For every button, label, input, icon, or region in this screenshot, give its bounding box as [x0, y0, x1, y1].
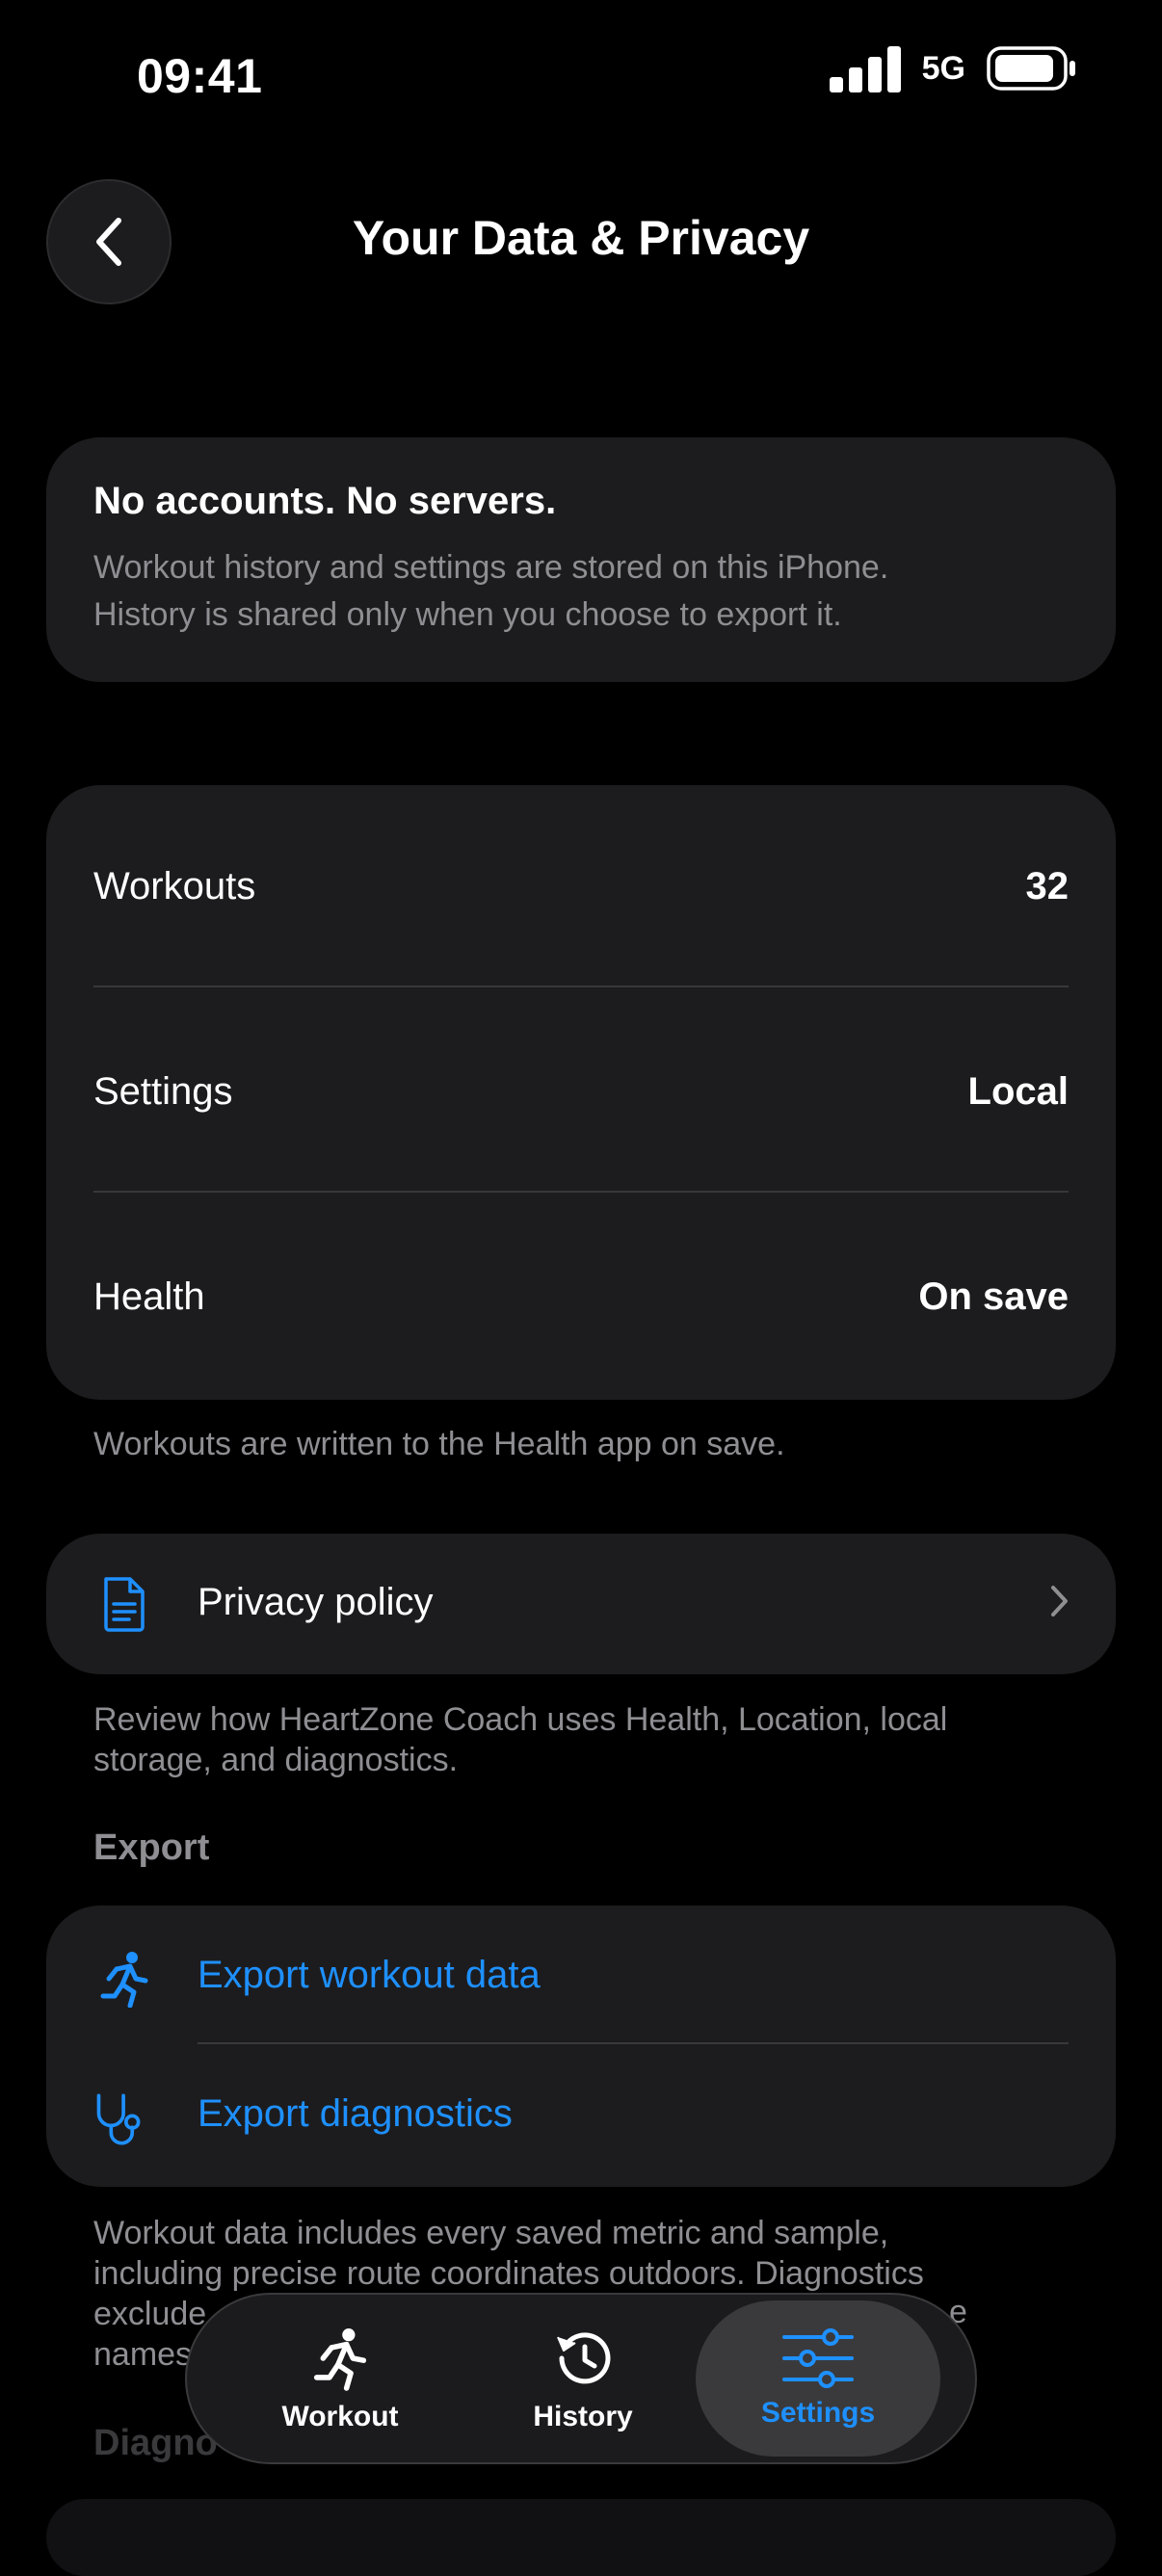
page-title: Your Data & Privacy: [352, 211, 810, 265]
stat-label: Health: [93, 1275, 205, 1318]
export-workout-data-label: Export workout data: [198, 1954, 541, 1996]
status-time: 09:41: [137, 49, 263, 103]
info-body-line: Workout history and settings are stored …: [93, 549, 889, 586]
export-note-line: including precise route coordinates outd…: [93, 2255, 924, 2292]
tab-label: Settings: [760, 2397, 876, 2429]
info-title: No accounts. No servers.: [93, 480, 557, 522]
privacy-note: Review how HeartZone Coach uses Health, …: [93, 1699, 1076, 1780]
diagnostics-section-header: Diagno: [93, 2423, 218, 2463]
diagnostics-card: [46, 2499, 1116, 2576]
health-note: Workouts are written to the Health app o…: [93, 1426, 785, 1462]
stethoscope-icon: [93, 2089, 155, 2150]
stat-label: Workouts: [93, 864, 256, 907]
export-workout-data-button[interactable]: Export workout data: [46, 1906, 1116, 2046]
export-diagnostics-label: Export diagnostics: [198, 2092, 513, 2135]
history-icon: [557, 2332, 611, 2384]
divider: [93, 986, 1069, 987]
info-card: No accounts. No servers. Workout history…: [46, 437, 1116, 682]
runner-icon: [313, 2328, 367, 2391]
tab-label: Workout: [281, 2401, 399, 2432]
stat-value: 32: [1025, 864, 1070, 907]
privacy-policy-row[interactable]: Privacy policy: [46, 1534, 1116, 1674]
export-diagnostics-button[interactable]: Export diagnostics: [46, 2046, 1116, 2187]
export-note-line: Workout data includes every saved metric…: [93, 2215, 889, 2251]
export-card: Export workout data Export diagnostics: [46, 1906, 1116, 2187]
divider: [93, 1191, 1069, 1193]
stat-value: Local: [967, 1069, 1069, 1113]
privacy-note-line: storage, and diagnostics.: [93, 1742, 459, 1778]
tab-settings[interactable]: Settings: [696, 2300, 940, 2457]
battery-icon: [987, 46, 1075, 91]
runner-icon: [93, 1948, 155, 2010]
document-icon: [93, 1573, 155, 1635]
chevron-right-icon: [1051, 1586, 1068, 1617]
tab-workout[interactable]: Workout: [218, 2295, 462, 2462]
signal-icon: [829, 46, 901, 92]
stat-row-health: Health On save: [93, 1268, 1069, 1326]
status-indicators: 5G: [829, 44, 1077, 92]
network-type: 5G: [921, 49, 965, 87]
tab-history[interactable]: History: [461, 2295, 705, 2462]
stat-row-workouts: Workouts 32: [93, 857, 1069, 915]
data-summary-card: Workouts 32 Settings Local Health On sav…: [46, 785, 1116, 1400]
export-section-header: Export: [93, 1827, 210, 1868]
privacy-policy-label: Privacy policy: [198, 1581, 434, 1623]
info-body-line: History is shared only when you choose t…: [93, 596, 842, 633]
divider: [198, 2042, 1069, 2044]
info-body: Workout history and settings are stored …: [93, 544, 1069, 639]
sliders-icon: [782, 2328, 854, 2388]
tab-label: History: [533, 2401, 633, 2432]
privacy-note-line: Review how HeartZone Coach uses Health, …: [93, 1701, 948, 1738]
tab-bar: Workout History Settings: [185, 2293, 977, 2464]
stat-row-settings: Settings Local: [93, 1063, 1069, 1120]
stat-label: Settings: [93, 1069, 233, 1113]
stat-value: On save: [918, 1275, 1069, 1318]
